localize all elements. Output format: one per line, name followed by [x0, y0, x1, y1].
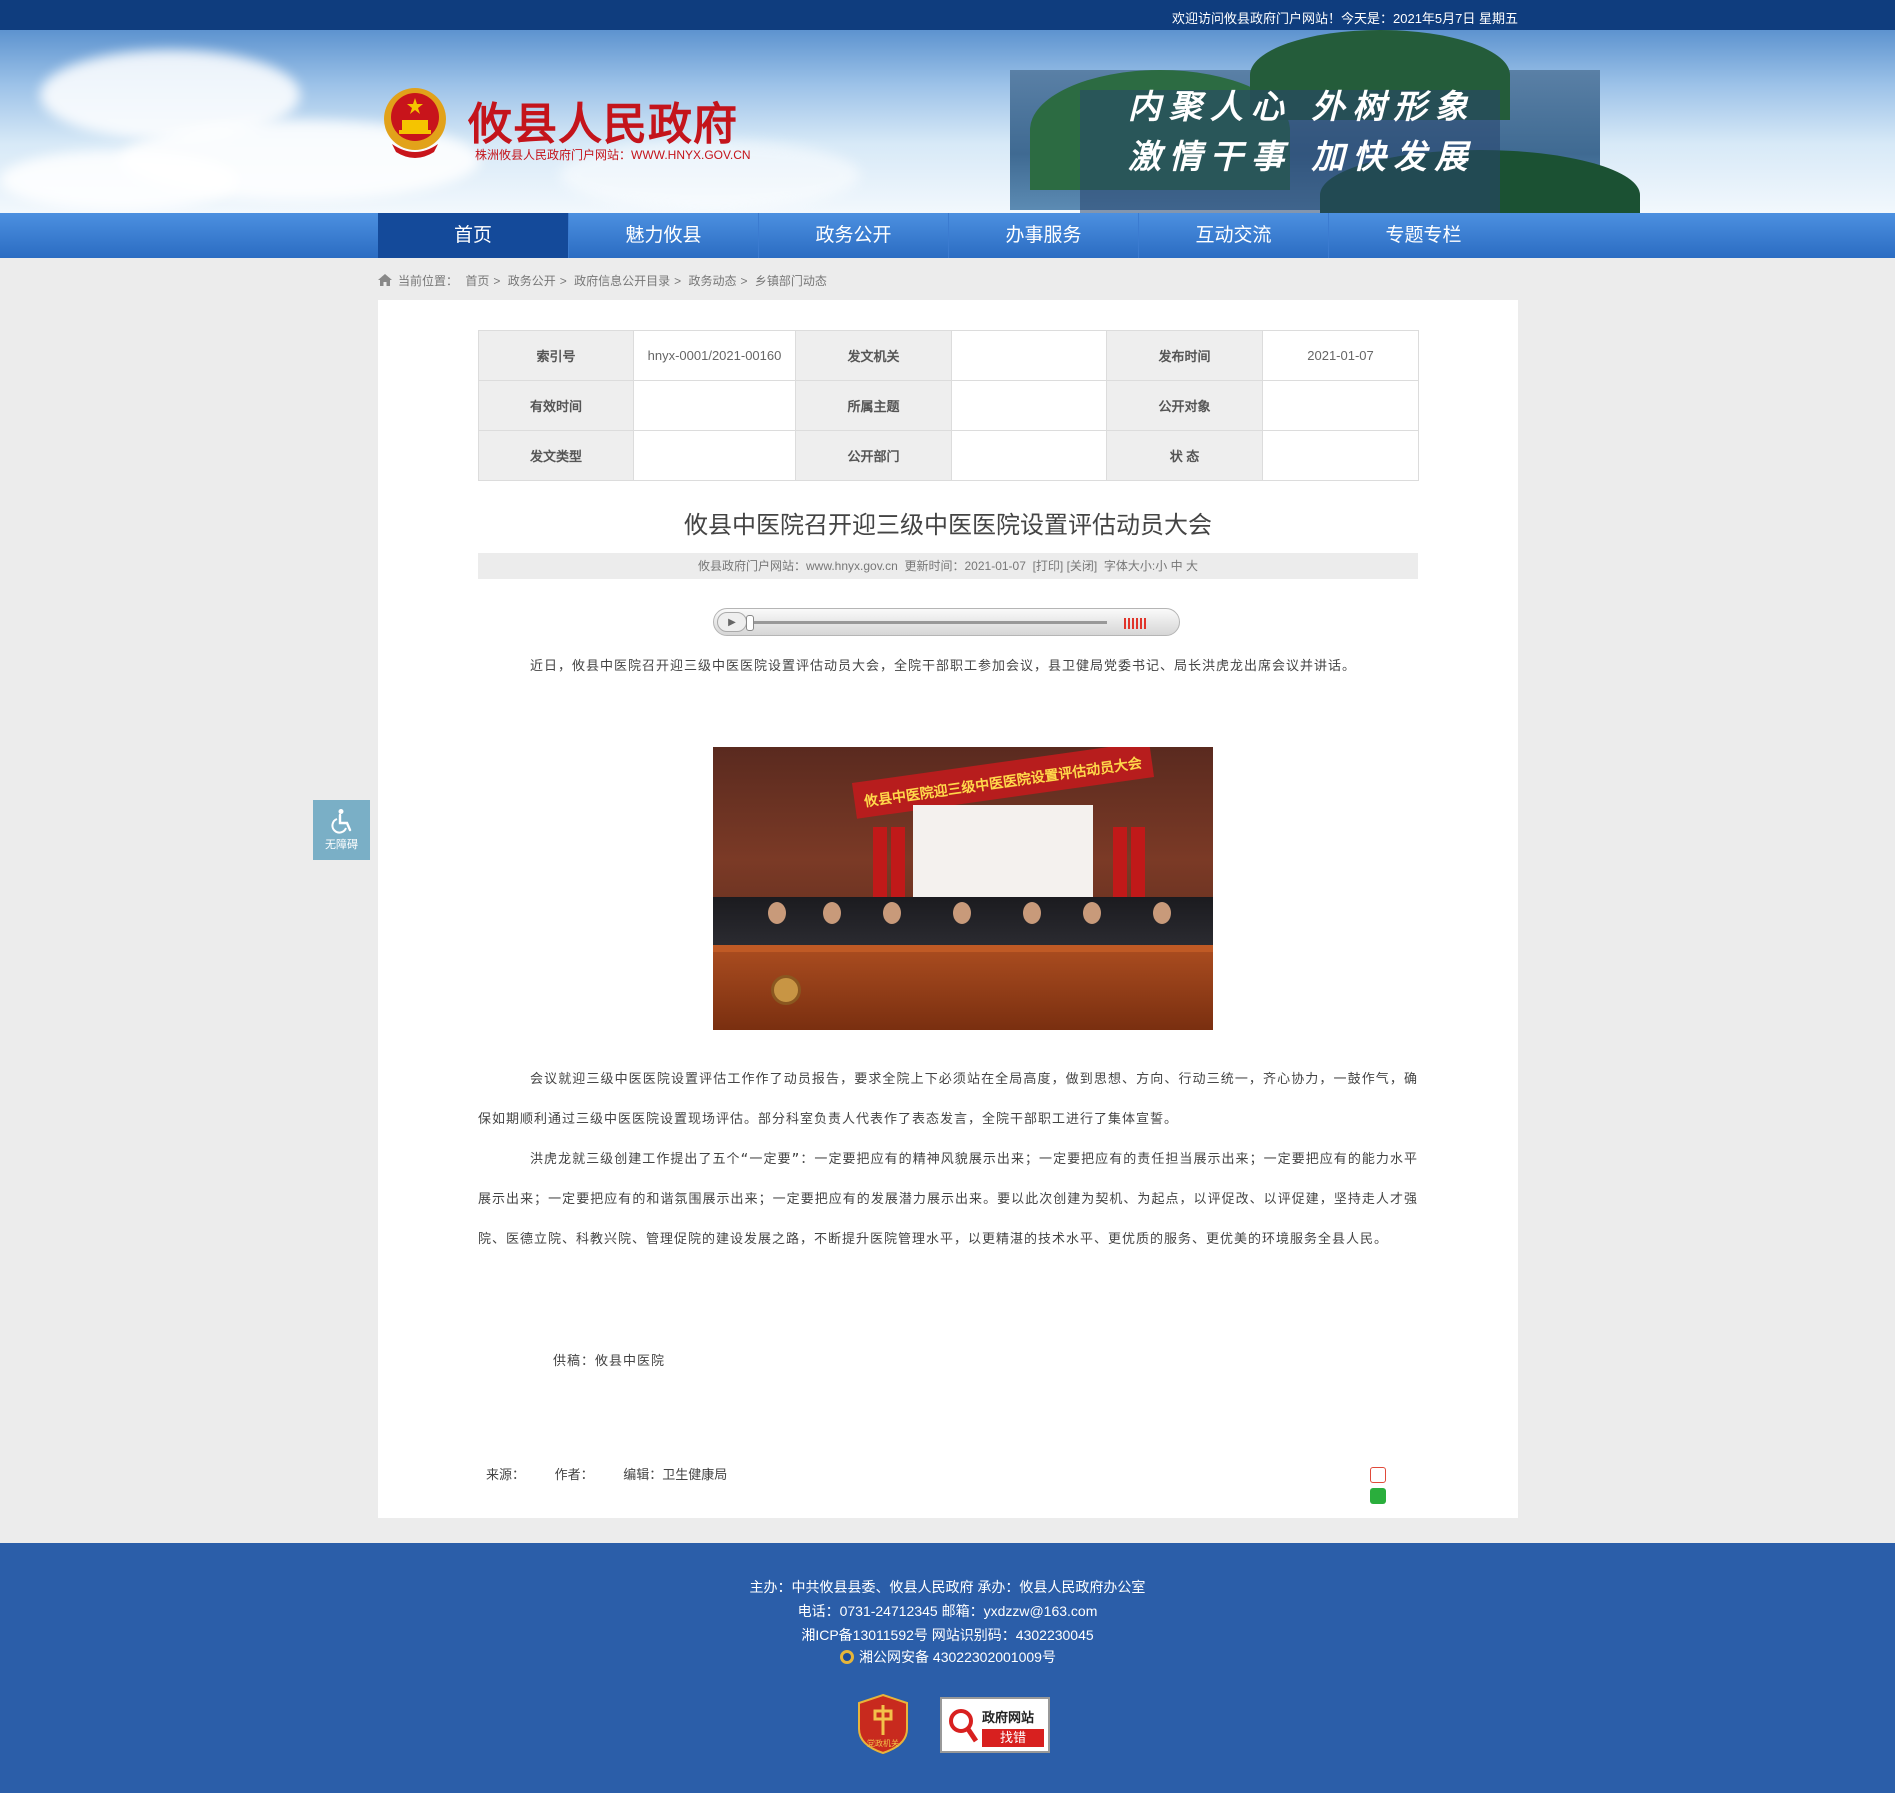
main-nav: 首页 魅力攸县 政务公开 办事服务 互动交流 专题专栏 [0, 213, 1895, 258]
article-container: 索引号 hnyx-0001/2021-00160 发文机关 发布时间 2021-… [378, 300, 1518, 1518]
meta-value [633, 430, 796, 481]
meta-value [951, 430, 1107, 481]
meta-key: 索引号 [478, 330, 634, 381]
article-info-bar: 攸县政府门户网站：www.hnyx.gov.cn 更新时间：2021-01-07… [478, 553, 1418, 579]
breadcrumb-news[interactable]: 政务动态 [688, 274, 736, 288]
nav-item-home[interactable]: 首页 [378, 213, 568, 258]
article-paragraph-1: 近日，攸县中医院召开迎三级中医医院设置评估动员大会，全院干部职工参加会议，县卫健… [530, 659, 1357, 674]
nav-item-services[interactable]: 办事服务 [948, 213, 1138, 258]
meta-key: 发文机关 [795, 330, 952, 381]
footer-police: 湘公网安备 43022302001009号 [0, 1647, 1895, 1667]
play-button[interactable]: ▶ [717, 612, 747, 632]
badge1-label: 党政机关 [867, 1738, 899, 1748]
close-link[interactable]: [关闭] [1067, 559, 1098, 573]
article-source-row: 来源： 作者： 编辑：卫生健康局 [486, 1464, 753, 1483]
slogan-line-1: 内聚人心 外树形象 [1128, 87, 1476, 126]
progress-handle[interactable] [746, 615, 754, 631]
meta-table: 索引号 hnyx-0001/2021-00160 发文机关 发布时间 2021-… [478, 330, 1419, 481]
footer-police-text[interactable]: 湘公网安备 43022302001009号 [859, 1649, 1056, 1665]
breadcrumb: 当前位置： 首页 > 政务公开 > 政府信息公开目录 > 政务动态 > 乡镇部门动态 [378, 272, 831, 289]
wheelchair-icon [330, 809, 351, 834]
meta-value [951, 380, 1107, 431]
nav-item-gov-affairs[interactable]: 政务公开 [758, 213, 948, 258]
meta-key: 发文类型 [478, 430, 634, 481]
badge2-line1: 政府网站 [982, 1710, 1035, 1725]
editor-label: 编辑： [623, 1467, 663, 1482]
home-icon [378, 274, 392, 286]
meta-value: hnyx-0001/2021-00160 [633, 330, 796, 381]
accessibility-button[interactable]: 无障碍 [313, 800, 370, 860]
meta-value [951, 330, 1107, 381]
national-emblem-icon [384, 88, 446, 158]
article-photo: 攸县中医院迎三级中医医院设置评估动员大会 [713, 747, 1213, 1030]
meta-key: 公开部门 [795, 430, 952, 481]
breadcrumb-sep: > [493, 274, 501, 288]
site-title[interactable]: 攸县人民政府 [468, 88, 738, 152]
breadcrumb-town-news[interactable]: 乡镇部门动态 [755, 274, 827, 288]
header-banner: 内聚人心 外树形象 激情干事 加快发展 攸县人民政府 株洲攸县人民政府门户网站：… [0, 30, 1895, 213]
font-medium-link[interactable]: 中 [1171, 559, 1183, 573]
party-gov-badge-icon[interactable]: 党政机关 [857, 1693, 909, 1755]
nav-item-charm[interactable]: 魅力攸县 [568, 213, 758, 258]
info-updated: 更新时间：2021-01-07 [904, 559, 1026, 573]
wechat-share-icon[interactable] [1370, 1488, 1386, 1504]
font-small-link[interactable]: 小 [1155, 559, 1167, 573]
gov-site-error-badge[interactable]: 政府网站 找错 [940, 1697, 1050, 1753]
slogan-line-2: 激情干事 加快发展 [1128, 137, 1476, 176]
article-paragraph-2: 会议就迎三级中医医院设置评估工作作了动员报告，要求全院上下必须站在全局高度，做到… [478, 1072, 1418, 1127]
meta-value [1262, 380, 1419, 431]
accessibility-label: 无障碍 [325, 839, 358, 851]
author-label: 作者： [554, 1467, 594, 1482]
progress-track[interactable] [752, 621, 1107, 624]
article-paragraph-3: 洪虎龙就三级创建工作提出了五个“一定要”：一定要把应有的精神风貌展示出来；一定要… [478, 1152, 1418, 1247]
nav-item-topics[interactable]: 专题专栏 [1328, 213, 1518, 258]
welcome-text: 欢迎访问攸县政府门户网站！今天是：2021年5月7日 星期五 [1172, 11, 1518, 26]
footer-host: 主办：中共攸县县委、攸县人民政府 承办：攸县人民政府办公室 [749, 1579, 1146, 1595]
meta-key: 公开对象 [1106, 380, 1263, 431]
article-supply: 供稿：攸县中医院 [553, 1354, 666, 1369]
print-link[interactable]: [打印] [1033, 559, 1064, 573]
meta-key: 有效时间 [478, 380, 634, 431]
font-size-label: 字体大小: [1103, 559, 1156, 573]
meta-key: 所属主题 [795, 380, 952, 431]
meta-key: 发布时间 [1106, 330, 1263, 381]
volume-icon[interactable] [1124, 616, 1152, 629]
footer: 主办：中共攸县县委、攸县人民政府 承办：攸县人民政府办公室 电话：0731-24… [0, 1543, 1895, 1793]
footer-icp: 湘ICP备13011592号 网站识别码：4302230045 [801, 1627, 1094, 1643]
editor-value: 卫生健康局 [662, 1467, 728, 1482]
breadcrumb-sep: > [559, 274, 567, 288]
top-bar: 欢迎访问攸县政府门户网站！今天是：2021年5月7日 星期五 [0, 0, 1895, 30]
share-bar [1370, 1467, 1410, 1504]
font-large-link[interactable]: 大 [1186, 559, 1198, 573]
breadcrumb-gov-affairs[interactable]: 政务公开 [508, 274, 556, 288]
meta-key: 状 态 [1106, 430, 1263, 481]
breadcrumb-sep: > [674, 274, 682, 288]
audio-player: ▶ [713, 608, 1180, 636]
site-subtitle: 株洲攸县人民政府门户网站：WWW.HNYX.GOV.CN [475, 148, 751, 162]
article-title: 攸县中医院召开迎三级中医医院设置评估动员大会 [684, 512, 1212, 539]
breadcrumb-home[interactable]: 首页 [465, 274, 489, 288]
nav-item-interaction[interactable]: 互动交流 [1138, 213, 1328, 258]
meta-value [1262, 430, 1419, 481]
badge2-line2: 找错 [982, 1729, 1044, 1747]
meta-value [633, 380, 796, 431]
weibo-share-icon[interactable] [1370, 1467, 1386, 1483]
police-badge-icon [840, 1650, 855, 1664]
footer-contact: 电话：0731-24712345 邮箱：yxdzzw@163.com [797, 1603, 1098, 1619]
breadcrumb-sep: > [740, 274, 748, 288]
meta-value: 2021-01-07 [1262, 330, 1419, 381]
breadcrumb-catalog[interactable]: 政府信息公开目录 [574, 274, 670, 288]
source-label: 来源： [486, 1467, 526, 1482]
breadcrumb-label: 当前位置： [398, 274, 459, 288]
magnifier-icon [949, 1709, 978, 1743]
info-site: 攸县政府门户网站：www.hnyx.gov.cn [698, 559, 898, 573]
